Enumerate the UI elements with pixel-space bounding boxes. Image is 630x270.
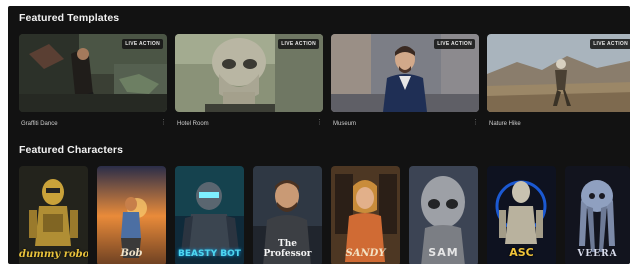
template-name: Nature Hike — [489, 121, 521, 127]
template-thumbnail[interactable]: LIVE ACTION — [331, 34, 479, 112]
template-name: Graffiti Dance — [21, 121, 58, 127]
character-card-asc[interactable]: ASC — [487, 166, 556, 264]
character-name: ASC — [509, 246, 534, 259]
character-card-bob[interactable]: Bob — [97, 166, 166, 264]
character-card-sandy[interactable]: SANDY — [331, 166, 400, 264]
template-card-museum[interactable]: LIVE ACTION Museum ⋮ — [331, 34, 479, 132]
character-name: The Professor — [263, 239, 312, 259]
live-action-badge: LIVE ACTION — [122, 39, 163, 49]
live-action-badge: LIVE ACTION — [278, 39, 319, 49]
app-frame: Featured Templates LIVE ACTION Graffiti … — [8, 6, 630, 264]
featured-templates-heading: Featured Templates — [19, 12, 120, 24]
character-name: Bob — [120, 248, 143, 259]
more-options-icon[interactable]: ⋮ — [472, 118, 479, 126]
character-card-sam[interactable]: SAM — [409, 166, 478, 264]
live-action-badge: LIVE ACTION — [434, 39, 475, 49]
template-name: Hotel Room — [177, 121, 209, 127]
character-card-dummy-robot[interactable]: dummy robot — [19, 166, 88, 264]
character-name: VEERA — [577, 249, 618, 259]
character-card-veera[interactable]: VEERA — [565, 166, 630, 264]
template-card-hotel-room[interactable]: LIVE ACTION Hotel Room ⋮ — [175, 34, 323, 132]
character-name: SAM — [428, 246, 459, 259]
template-thumbnail[interactable]: LIVE ACTION — [175, 34, 323, 112]
character-name: SANDY — [345, 248, 386, 259]
character-card-the-professor[interactable]: The Professor — [253, 166, 322, 264]
character-name: dummy robot — [19, 249, 88, 260]
character-name: BEASTY BOT — [178, 249, 241, 259]
template-thumbnail[interactable]: LIVE ACTION — [19, 34, 167, 112]
more-options-icon[interactable]: ⋮ — [316, 118, 323, 126]
more-options-icon[interactable]: ⋮ — [160, 118, 167, 126]
template-name: Museum — [333, 121, 357, 127]
character-card-beasty-bot[interactable]: BEASTY BOT — [175, 166, 244, 264]
live-action-badge: LIVE ACTION — [590, 39, 630, 49]
template-thumbnail[interactable]: LIVE ACTION — [487, 34, 630, 112]
template-card-graffiti-dance[interactable]: LIVE ACTION Graffiti Dance ⋮ — [19, 34, 167, 132]
featured-characters-heading: Featured Characters — [19, 144, 124, 156]
template-card-nature-hike[interactable]: LIVE ACTION Nature Hike — [487, 34, 630, 132]
